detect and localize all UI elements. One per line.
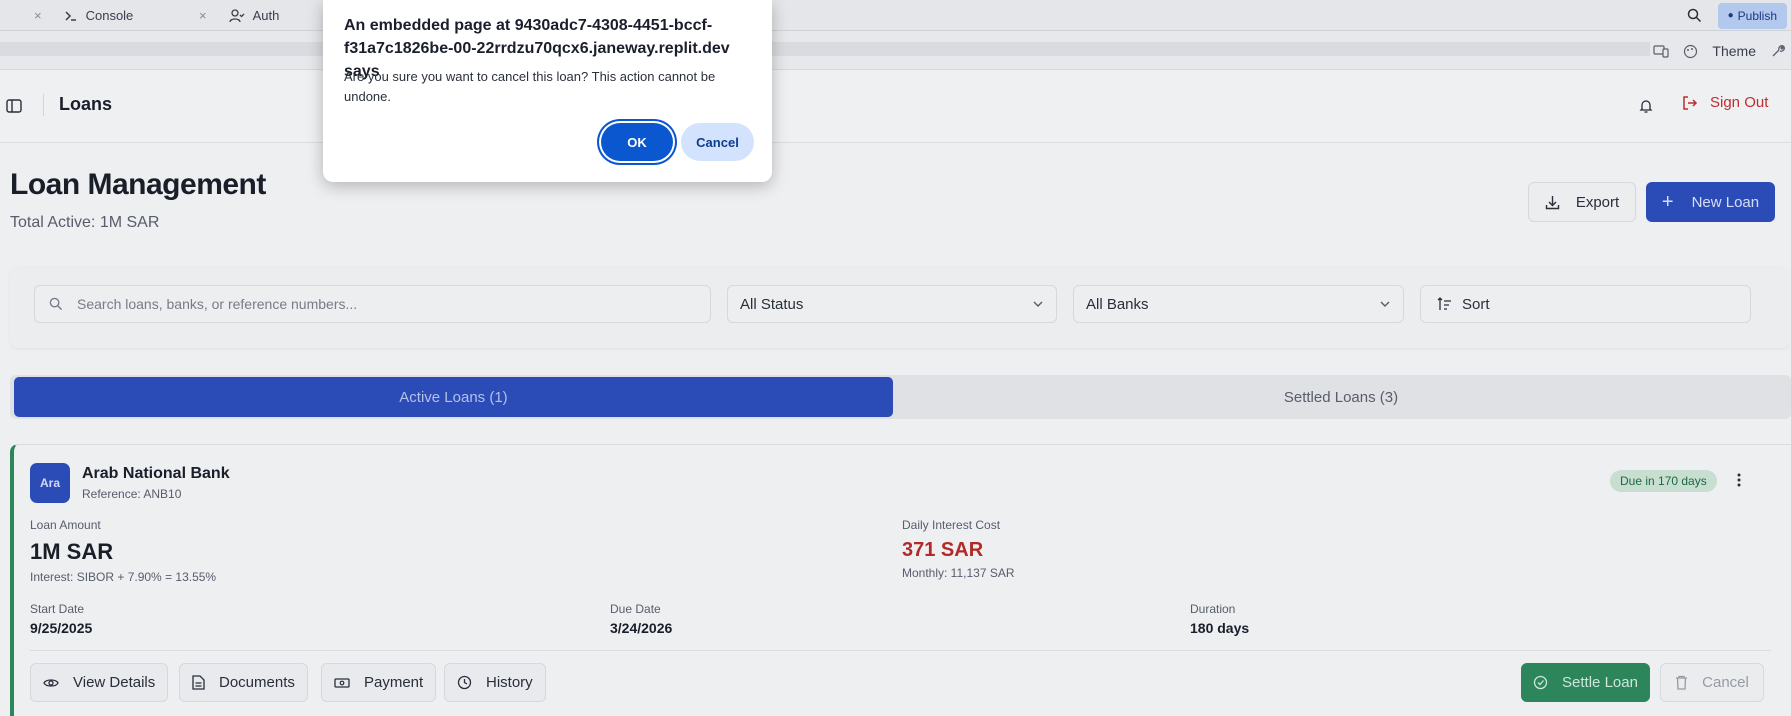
duration-label: Duration xyxy=(1190,602,1236,616)
ide-tab-console[interactable]: × Console xyxy=(34,0,133,31)
tab-active-loans[interactable]: Active Loans (1) xyxy=(14,377,893,417)
bank-avatar: Ara xyxy=(30,463,70,503)
cancel-loan-button[interactable]: Cancel xyxy=(1660,663,1764,702)
daily-interest: 371 SAR xyxy=(902,539,984,561)
address-bar[interactable] xyxy=(0,42,1650,56)
file-text-icon xyxy=(192,675,205,690)
ide-tab-auth[interactable]: × Auth xyxy=(199,0,279,31)
tab-settled-loans[interactable]: Settled Loans (3) xyxy=(896,377,1786,417)
view-details-button[interactable]: View Details xyxy=(30,663,169,702)
payment-button[interactable]: Payment xyxy=(321,663,437,702)
terminal-icon xyxy=(65,10,76,21)
ide-toolbar: Theme xyxy=(0,31,1791,70)
daily-interest-label: Daily Interest Cost xyxy=(902,518,1001,532)
download-icon xyxy=(1545,195,1560,209)
dialog-ok-button[interactable]: OK xyxy=(601,123,673,161)
status-select[interactable]: All Status xyxy=(727,285,1057,323)
page-subtitle: Total Active: 1M SAR xyxy=(10,214,160,231)
monthly-interest: Monthly: 11,137 SAR xyxy=(902,566,1015,580)
export-button[interactable]: Export xyxy=(1528,182,1636,222)
confirm-dialog: An embedded page at 9430adc7-4308-4451-b… xyxy=(323,0,772,182)
bank-select[interactable]: All Banks xyxy=(1073,285,1404,323)
search-placeholder: Search loans, banks, or reference number… xyxy=(77,296,358,312)
loan-amount: 1M SAR xyxy=(30,539,114,564)
bank-name: Arab National Bank xyxy=(82,465,230,482)
due-badge: Due in 170 days xyxy=(1610,470,1717,492)
due-date: 3/24/2026 xyxy=(610,620,673,636)
documents-button[interactable]: Documents xyxy=(179,663,308,702)
palette-icon xyxy=(1684,44,1698,58)
search-icon[interactable] xyxy=(1687,8,1702,23)
devices-icon[interactable] xyxy=(1653,44,1670,58)
publish-icon: ● xyxy=(1727,10,1734,21)
header-divider xyxy=(43,94,44,116)
new-loan-button[interactable]: + New Loan xyxy=(1646,182,1775,222)
due-date-label: Due Date xyxy=(610,602,661,616)
settle-loan-button[interactable]: Settle Loan xyxy=(1521,663,1650,702)
chevron-down-icon xyxy=(1380,301,1390,307)
logout-icon xyxy=(1683,95,1698,110)
sort-button[interactable]: Sort xyxy=(1420,285,1751,323)
eye-icon xyxy=(43,678,59,687)
chevron-down-icon xyxy=(1033,301,1043,307)
duration: 180 days xyxy=(1190,620,1250,636)
more-vertical-icon[interactable] xyxy=(1736,472,1742,488)
banknote-icon xyxy=(334,677,350,688)
header-title: Loans xyxy=(59,94,113,114)
check-circle-icon xyxy=(1533,675,1548,690)
bell-icon[interactable] xyxy=(1638,98,1654,114)
publish-button[interactable]: ● Publish xyxy=(1717,2,1787,29)
ide-tab-bar: × Console × Auth ● Publish xyxy=(0,0,1791,31)
loan-card: Ara Arab National Bank Reference: ANB10 … xyxy=(10,444,1791,716)
close-icon[interactable]: × xyxy=(34,8,42,23)
dialog-cancel-button[interactable]: Cancel xyxy=(681,123,754,161)
card-divider xyxy=(30,650,1771,651)
search-input[interactable]: Search loans, banks, or reference number… xyxy=(34,285,711,323)
page-title: Loan Management xyxy=(10,168,266,201)
user-check-icon xyxy=(228,8,245,22)
loan-tabs: Active Loans (1) Settled Loans (3) xyxy=(10,375,1791,419)
ide-tab-label: Console xyxy=(85,8,134,23)
loan-amount-label: Loan Amount xyxy=(30,518,101,532)
start-date: 9/25/2025 xyxy=(30,620,93,636)
trash-icon xyxy=(1676,675,1688,690)
sign-out-button[interactable]: Sign Out xyxy=(1682,94,1768,111)
interest-rate: Interest: SIBOR + 7.90% = 13.55% xyxy=(30,570,217,584)
history-button[interactable]: History xyxy=(444,663,546,702)
filters-card: Search loans, banks, or reference number… xyxy=(10,267,1791,348)
theme-button[interactable]: Theme xyxy=(1712,43,1756,59)
close-icon[interactable]: × xyxy=(199,8,207,23)
ide-tab-label: Auth xyxy=(252,8,280,23)
sort-icon xyxy=(1437,297,1451,310)
loan-reference: Reference: ANB10 xyxy=(82,487,182,501)
start-date-label: Start Date xyxy=(30,602,85,616)
wrench-icon[interactable] xyxy=(1770,44,1785,59)
plus-icon: + xyxy=(1661,191,1674,213)
app-header: Loans Sign Out xyxy=(0,70,1791,143)
dialog-message: Are you sure you want to cancel this loa… xyxy=(344,69,716,104)
clock-icon xyxy=(457,675,472,690)
search-icon xyxy=(49,297,63,311)
sidebar-toggle-icon[interactable] xyxy=(6,98,22,114)
